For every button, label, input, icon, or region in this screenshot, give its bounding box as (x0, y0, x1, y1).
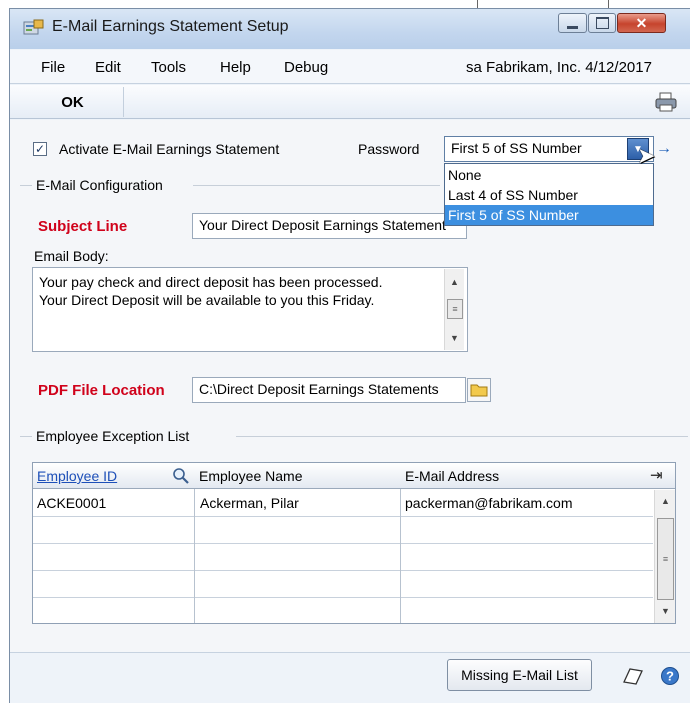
app-icon (23, 19, 44, 35)
email-config-group-label: E-Mail Configuration (36, 177, 163, 193)
subject-line-label: Subject Line (38, 218, 128, 235)
email-body-scrollbar[interactable]: ▲ ≡ ▼ (444, 269, 464, 350)
menu-help[interactable]: Help (220, 59, 251, 76)
activate-label: Activate E-Mail Earnings Statement (59, 141, 280, 157)
password-select[interactable]: First 5 of SS Number (444, 136, 654, 162)
subject-line-input[interactable]: Your Direct Deposit Earnings Statement (192, 213, 467, 239)
password-option-last4[interactable]: Last 4 of SS Number (445, 185, 653, 205)
row-divider (33, 516, 653, 517)
password-option-none[interactable]: None (445, 165, 653, 185)
expand-rows-icon[interactable]: ⇥ (650, 466, 663, 484)
grid-header: Employee ID Employee Name E-Mail Address… (33, 463, 675, 489)
email-body-label: Email Body: (34, 248, 109, 264)
close-button[interactable]: ✕ (617, 13, 666, 33)
scroll-down-icon[interactable]: ▼ (661, 606, 670, 616)
column-employee-id[interactable]: Employee ID (33, 463, 194, 489)
row-divider (33, 597, 653, 598)
group-divider (236, 436, 688, 437)
mouse-cursor-icon: ➤ (637, 143, 656, 168)
scroll-thumb[interactable]: ≡ (447, 299, 463, 319)
password-option-first5[interactable]: First 5 of SS Number (445, 205, 653, 225)
menu-file[interactable]: File (41, 59, 65, 76)
row-employee-name[interactable]: Ackerman, Pilar (200, 495, 299, 511)
scroll-up-icon[interactable]: ▲ (661, 496, 670, 506)
missing-email-list-button[interactable]: Missing E-Mail List (447, 659, 592, 691)
minimize-icon (567, 25, 578, 29)
ok-button[interactable]: OK (22, 87, 124, 117)
scroll-down-icon[interactable]: ▼ (450, 333, 459, 343)
password-label: Password (358, 141, 420, 157)
pdf-location-value: C:\Direct Deposit Earnings Statements (199, 381, 439, 397)
pdf-location-input[interactable]: C:\Direct Deposit Earnings Statements (192, 377, 466, 403)
window-title: E-Mail Earnings Statement Setup (52, 18, 289, 35)
password-options-list: None Last 4 of SS Number First 5 of SS N… (444, 163, 654, 226)
email-body-line: Your pay check and direct deposit has be… (39, 274, 383, 290)
group-divider (20, 185, 32, 186)
arrow-right-icon[interactable]: → (656, 140, 672, 158)
menu-edit[interactable]: Edit (95, 59, 121, 76)
svg-text:?: ? (666, 669, 674, 684)
exception-group-label: Employee Exception List (36, 428, 190, 444)
browse-folder-button[interactable] (467, 378, 491, 402)
lookup-magnifier-icon[interactable] (171, 467, 191, 485)
maximize-icon (595, 17, 609, 29)
activate-checkbox[interactable]: ✓ (33, 142, 47, 156)
password-selected-value: First 5 of SS Number (451, 140, 582, 156)
folder-icon (470, 384, 488, 397)
close-icon: ✕ (635, 14, 648, 31)
menu-debug[interactable]: Debug (284, 59, 328, 76)
note-icon[interactable] (621, 666, 645, 686)
print-icon[interactable] (654, 92, 678, 112)
help-icon[interactable]: ? (660, 666, 680, 686)
group-divider (20, 436, 32, 437)
maximize-button[interactable] (588, 13, 616, 33)
row-employee-id[interactable]: ACKE0001 (37, 495, 106, 511)
pdf-location-label: PDF File Location (38, 382, 165, 399)
menu-tools[interactable]: Tools (151, 59, 186, 76)
scroll-up-icon[interactable]: ▲ (450, 277, 459, 287)
user-company-date: sa Fabrikam, Inc. 4/12/2017 (466, 59, 652, 76)
grid-scrollbar[interactable]: ▲ ≡ ▼ (654, 490, 675, 623)
email-body-textarea[interactable]: Your pay check and direct deposit has be… (32, 267, 468, 352)
row-email-address[interactable]: packerman@fabrikam.com (405, 495, 573, 511)
row-divider (33, 570, 653, 571)
email-body-line: Your Direct Deposit will be available to… (39, 292, 375, 308)
column-email-address[interactable]: E-Mail Address (401, 463, 641, 489)
scroll-thumb[interactable]: ≡ (657, 518, 674, 600)
row-divider (33, 543, 653, 544)
group-divider (193, 185, 440, 186)
column-employee-name[interactable]: Employee Name (195, 463, 400, 489)
employee-id-header[interactable]: Employee ID (37, 468, 117, 484)
subject-line-value: Your Direct Deposit Earnings Statement (199, 217, 446, 233)
minimize-button[interactable] (558, 13, 587, 33)
